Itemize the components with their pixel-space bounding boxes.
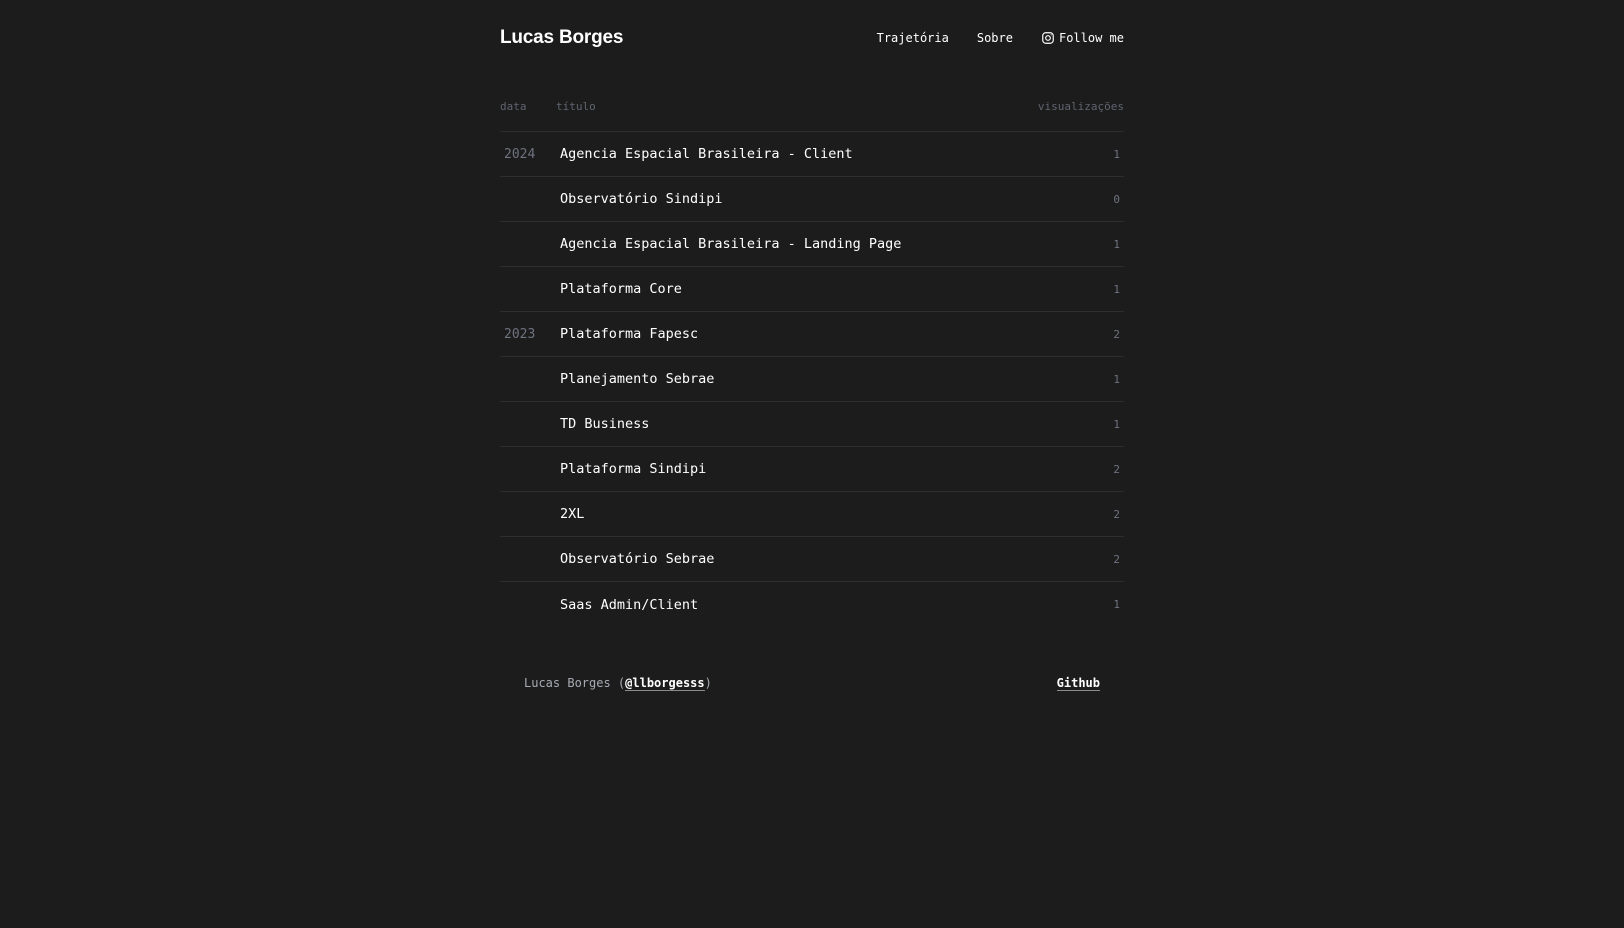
row-title[interactable]: Saas Admin/Client xyxy=(560,597,1084,613)
column-header-views: visualizações xyxy=(1037,100,1124,113)
row-views: 2 xyxy=(1113,462,1120,476)
row-year: 2024 xyxy=(504,146,536,162)
row-views: 0 xyxy=(1113,192,1120,206)
column-header-title: título xyxy=(556,100,596,113)
table-header: data título visualizações xyxy=(500,100,1124,132)
row-title[interactable]: Plataforma Sindipi xyxy=(560,461,1084,477)
row-title[interactable]: Planejamento Sebrae xyxy=(560,371,1084,387)
row-title[interactable]: Observatório Sebrae xyxy=(560,551,1084,567)
row-views: 2 xyxy=(1113,327,1120,341)
row-views: 1 xyxy=(1113,372,1120,386)
row-views: 1 xyxy=(1113,237,1120,251)
row-title[interactable]: Plataforma Core xyxy=(560,281,1084,297)
site-header: Lucas Borges Trajetória Sobre Follow me xyxy=(500,0,1124,76)
projects-list: 2024 Agencia Espacial Brasileira - Client… xyxy=(500,132,1124,627)
instagram-icon xyxy=(1042,32,1054,44)
site-footer: Lucas Borges (@llborgesss) Github xyxy=(524,676,1100,691)
row-title[interactable]: Observatório Sindipi xyxy=(560,191,1084,207)
site-title[interactable]: Lucas Borges xyxy=(500,27,623,49)
page-container: Lucas Borges Trajetória Sobre Follow me … xyxy=(500,0,1124,627)
table-row[interactable]: TD Business 1 xyxy=(500,402,1124,447)
table-row[interactable]: 2024 Agencia Espacial Brasileira - Client… xyxy=(500,132,1124,177)
row-views: 2 xyxy=(1113,552,1120,566)
row-title[interactable]: Agencia Espacial Brasileira - Client xyxy=(560,146,1084,162)
row-views: 1 xyxy=(1113,282,1120,296)
table-row[interactable]: Plataforma Sindipi 2 xyxy=(500,447,1124,492)
table-row[interactable]: Plataforma Core 1 xyxy=(500,267,1124,312)
row-views: 2 xyxy=(1113,507,1120,521)
table-row[interactable]: Observatório Sindipi 0 xyxy=(500,177,1124,222)
row-year: 2023 xyxy=(504,326,536,342)
footer-github-link[interactable]: Github xyxy=(1056,676,1100,691)
row-views: 1 xyxy=(1113,417,1120,431)
footer-credit: Lucas Borges (@llborgesss) xyxy=(524,676,712,691)
nav-follow-label: Follow me xyxy=(1058,31,1124,45)
row-title[interactable]: Agencia Espacial Brasileira - Landing Pa… xyxy=(560,236,1084,252)
table-row[interactable]: Saas Admin/Client 1 xyxy=(500,582,1124,627)
nav-trajetoria-link[interactable]: Trajetória xyxy=(877,31,949,45)
table-row[interactable]: Agencia Espacial Brasileira - Landing Pa… xyxy=(500,222,1124,267)
row-title[interactable]: TD Business xyxy=(560,416,1084,432)
nav-follow-link[interactable]: Follow me xyxy=(1041,31,1124,45)
footer-handle-link[interactable]: @llborgesss xyxy=(625,676,705,691)
footer-name: Lucas Borges xyxy=(524,676,611,690)
main-nav: Trajetória Sobre Follow me xyxy=(877,31,1124,45)
nav-sobre-link[interactable]: Sobre xyxy=(977,31,1013,45)
table-row[interactable]: Observatório Sebrae 2 xyxy=(500,537,1124,582)
row-title[interactable]: 2XL xyxy=(560,506,1084,522)
column-header-date: data xyxy=(500,100,527,113)
table-row[interactable]: Planejamento Sebrae 1 xyxy=(500,357,1124,402)
row-views: 1 xyxy=(1113,147,1120,161)
table-row[interactable]: 2XL 2 xyxy=(500,492,1124,537)
row-title[interactable]: Plataforma Fapesc xyxy=(560,326,1084,342)
row-views: 1 xyxy=(1113,598,1120,611)
table-row[interactable]: 2023 Plataforma Fapesc 2 xyxy=(500,312,1124,357)
